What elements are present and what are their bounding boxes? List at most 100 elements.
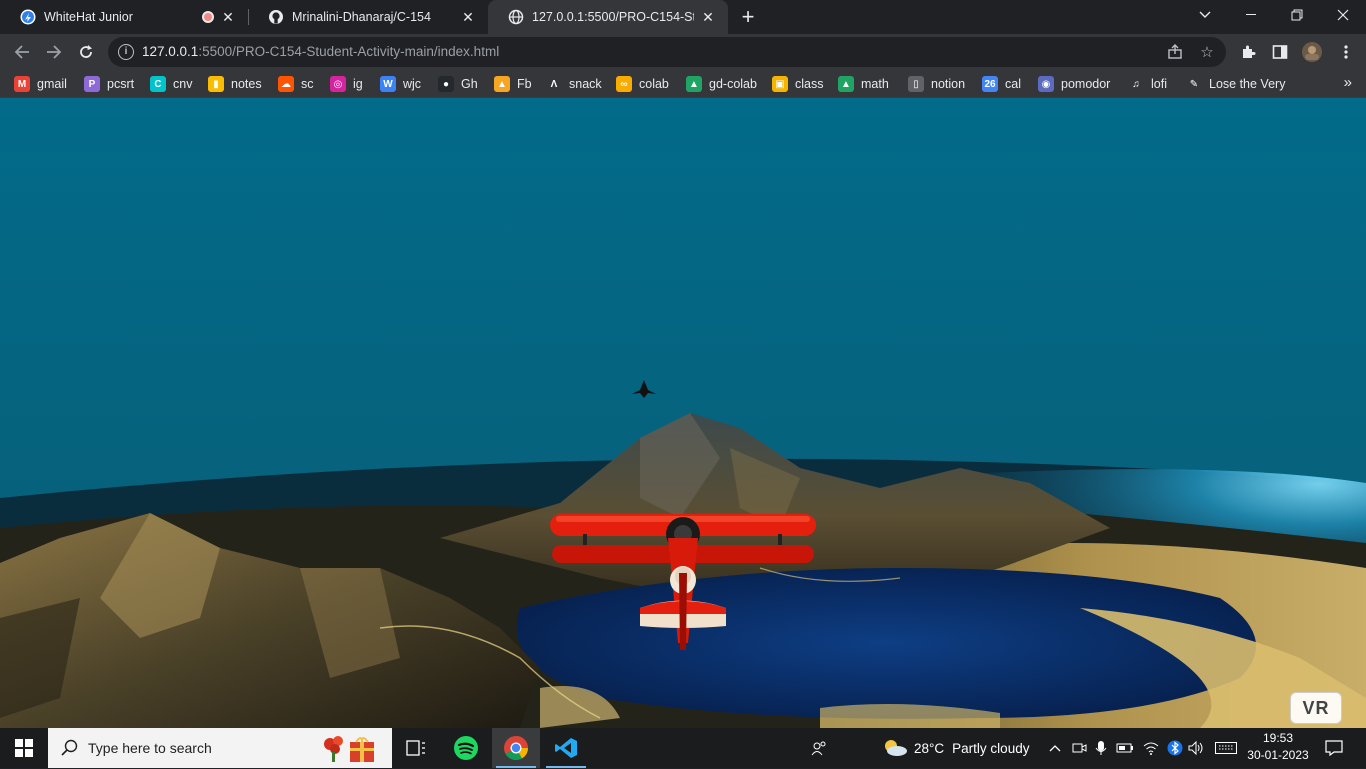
address-bar[interactable]: i 127.0.0.1:5500/PRO-C154-Student-Activi… <box>108 37 1226 67</box>
reload-icon <box>80 45 92 58</box>
tab-whitehat[interactable]: WhiteHat Junior ✕ <box>0 0 248 34</box>
bookmark-lose-the-very[interactable]: ✎ Lose the Very <box>1186 75 1285 93</box>
restore-button[interactable] <box>1274 0 1320 30</box>
side-panel-icon[interactable] <box>1268 40 1292 64</box>
bookmark-label: colab <box>639 77 669 91</box>
colab-icon: ∞ <box>616 76 632 92</box>
bookmark-label: sc <box>301 77 314 91</box>
bookmark-gh[interactable]: ● Gh <box>438 75 478 93</box>
bookmark-label: snack <box>569 77 602 91</box>
bookmark-label: notion <box>931 77 966 91</box>
bookmark-wjc[interactable]: Wwjc <box>380 75 421 93</box>
extensions-icon[interactable] <box>1236 40 1260 64</box>
bookmark-gd-colab[interactable]: ▲ gd-colab <box>686 75 757 93</box>
bookmark-class[interactable]: ▣ class <box>772 75 823 93</box>
snack-icon: Λ <box>546 76 562 92</box>
menu-icon[interactable] <box>1334 40 1358 64</box>
bookmark-ig[interactable]: ◎ ig <box>330 75 363 93</box>
lofi-icon: ♫ <box>1128 76 1144 92</box>
volume-icon[interactable] <box>1188 739 1206 757</box>
tab-github[interactable]: Mrinalini-Dhanaraj/C-154 ✕ <box>248 0 488 34</box>
bookmark-label: gd-colab <box>709 77 757 91</box>
taskbar-search[interactable]: Type here to search <box>48 728 392 768</box>
bookmark-colab[interactable]: ∞ colab <box>616 75 669 93</box>
clock[interactable]: 19:53 30-01-2023 <box>1240 730 1316 764</box>
forward-button[interactable] <box>40 38 68 66</box>
bookmark-label: cal <box>1005 77 1021 91</box>
bookmark-gmail[interactable]: Mgmail <box>14 75 67 93</box>
arrow-right-icon <box>47 45 62 59</box>
spotify-button[interactable] <box>442 728 490 768</box>
wifi-icon[interactable] <box>1142 739 1160 757</box>
whitehat-icon <box>20 9 36 25</box>
pomodoro-icon: ◉ <box>1038 76 1054 92</box>
start-button[interactable] <box>0 728 48 768</box>
close-icon[interactable]: ✕ <box>700 9 716 25</box>
bookmark-label: Fb <box>517 77 532 91</box>
close-icon[interactable]: ✕ <box>220 9 236 25</box>
bookmark-label: pomodor <box>1061 77 1111 91</box>
spotify-icon <box>454 736 478 760</box>
bookmark-pomodor[interactable]: ◉ pomodor <box>1038 75 1110 93</box>
weather-widget[interactable]: 28°C Partly cloudy <box>914 728 1029 768</box>
people-icon[interactable] <box>810 739 828 757</box>
bookmark-sc[interactable]: ☁ sc <box>278 75 314 93</box>
weather-icon[interactable] <box>882 739 908 757</box>
vscode-button[interactable] <box>542 728 590 768</box>
canva-icon: C <box>150 76 166 92</box>
globe-icon <box>508 9 524 25</box>
vr-button[interactable]: VR <box>1290 692 1342 724</box>
search-icon <box>60 738 80 758</box>
close-icon[interactable]: ✕ <box>460 9 476 25</box>
browser-toolbar: i 127.0.0.1:5500/PRO-C154-Student-Activi… <box>0 34 1366 70</box>
bookmark-snack[interactable]: Λsnack <box>546 75 602 93</box>
bookmark-label: pcsrt <box>107 77 135 91</box>
bookmark-lofi[interactable]: ♫ lofi <box>1128 75 1167 93</box>
bookmarks-bar: » Mgmail Ppcsrt Ccnv ▮ notes ☁ sc ◎ ig Wwjc ● Gh ▲ Fb… <box>0 70 1366 98</box>
windows-taskbar: Type here to search 28°C Partly cloudy 1… <box>0 728 1366 768</box>
instagram-icon: ◎ <box>330 76 346 92</box>
back-button[interactable] <box>8 38 36 66</box>
github-icon <box>268 9 284 25</box>
site-info-icon[interactable]: i <box>118 44 134 60</box>
chevron-up-icon[interactable] <box>1046 739 1064 757</box>
tab-title: Mrinalini-Dhanaraj/C-154 <box>292 10 431 24</box>
minimize-button[interactable] <box>1228 0 1274 30</box>
recording-icon <box>202 11 214 23</box>
notification-icon[interactable] <box>1324 739 1344 757</box>
bookmark-math[interactable]: ▲ math <box>838 75 889 93</box>
close-window-button[interactable] <box>1320 0 1366 30</box>
battery-icon[interactable] <box>1116 739 1134 757</box>
firebase-icon: ▲ <box>494 76 510 92</box>
tab-search-button[interactable] <box>1182 0 1228 30</box>
chrome-button[interactable] <box>492 728 540 768</box>
bookmark-pcsrt[interactable]: Ppcsrt <box>84 75 134 93</box>
more-bookmarks-icon[interactable]: » <box>1344 74 1352 91</box>
bookmark-notion[interactable]: ▯ notion <box>908 75 965 93</box>
tab-localhost[interactable]: 127.0.0.1:5500/PRO-C154-Studen ✕ <box>488 0 728 34</box>
bookmark-notes[interactable]: ▮ notes <box>208 75 262 93</box>
share-icon[interactable] <box>1166 43 1184 61</box>
new-tab-button[interactable]: + <box>736 5 760 29</box>
pen-icon: ✎ <box>1186 76 1202 92</box>
pcsrt-icon: P <box>84 76 100 92</box>
meet-now-icon[interactable] <box>1070 739 1088 757</box>
keep-icon: ▮ <box>208 76 224 92</box>
microphone-icon[interactable] <box>1092 739 1110 757</box>
webgl-scene[interactable]: VR <box>0 98 1366 728</box>
reload-button[interactable] <box>72 38 100 66</box>
bookmark-label: class <box>795 77 824 91</box>
bookmark-label: Gh <box>461 77 478 91</box>
bluetooth-icon[interactable] <box>1166 739 1184 757</box>
clock-time: 19:53 <box>1262 731 1294 745</box>
bookmark-star-icon[interactable]: ☆ <box>1198 43 1216 61</box>
profile-avatar[interactable] <box>1300 40 1324 64</box>
task-view-button[interactable] <box>392 728 440 768</box>
bookmark-fb[interactable]: ▲ Fb <box>494 75 532 93</box>
keyboard-icon[interactable] <box>1214 739 1238 757</box>
bookmark-cal[interactable]: 26 cal <box>982 75 1021 93</box>
tab-strip: WhiteHat Junior ✕ Mrinalini-Dhanaraj/C-1… <box>0 0 1366 34</box>
soundcloud-icon: ☁ <box>278 76 294 92</box>
bookmark-cnv[interactable]: Ccnv <box>150 75 192 93</box>
drive-icon: ▲ <box>686 76 702 92</box>
